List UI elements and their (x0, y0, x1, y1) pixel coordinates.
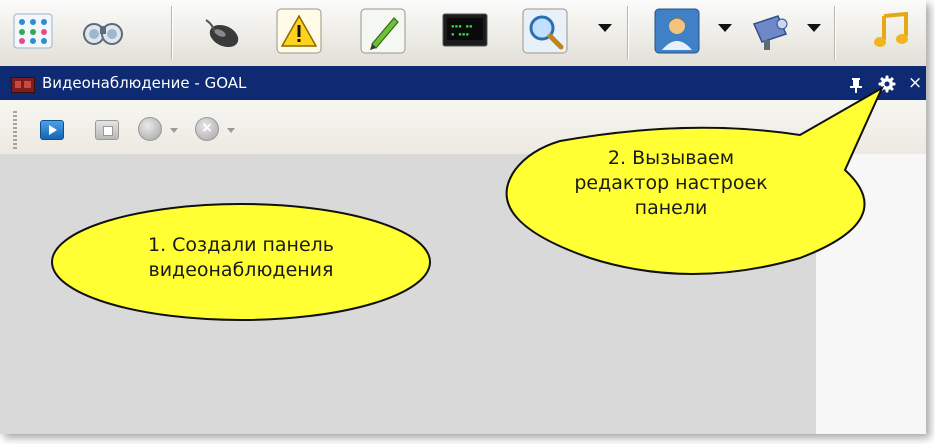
panel-title-bar: Видеонаблюдение - GOAL × (0, 66, 926, 100)
toolbar-separator (171, 6, 173, 60)
music-icon[interactable] (870, 6, 920, 56)
callout-create-panel: 1. Создали панель видеонаблюдения (86, 233, 396, 283)
toolbar-separator (834, 6, 836, 60)
main-toolbar: ▪▪▪ ▪▪ ▪ ▪▪▪ (0, 0, 926, 66)
toolbar-grip[interactable] (13, 111, 17, 151)
play-button[interactable] (40, 120, 64, 140)
callout-open-editor-line-2: редактор настроек (574, 172, 768, 194)
search-dropdown-arrow[interactable] (598, 24, 612, 32)
user-icon[interactable] (652, 6, 702, 56)
record-dropdown-arrow[interactable] (170, 128, 178, 133)
camera-dropdown-arrow[interactable] (807, 24, 821, 32)
callout-open-editor-line-1: 2. Вызываем (607, 147, 735, 169)
pen-icon[interactable] (358, 6, 408, 56)
grid-icon[interactable] (8, 6, 58, 56)
toolbar-separator (627, 6, 629, 60)
stop-button[interactable] (95, 120, 119, 140)
record-button[interactable] (138, 117, 162, 141)
svg-text:▪▪▪ ▪▪: ▪▪▪ ▪▪ (451, 23, 473, 30)
callout-create-panel-line-1: 1. Создали панель (148, 234, 334, 256)
side-panel-area (816, 154, 926, 434)
callout-create-panel-line-2: видеонаблюдения (148, 259, 334, 281)
pin-icon[interactable] (849, 77, 863, 93)
warning-icon[interactable] (274, 6, 324, 56)
callout-open-editor: 2. Вызываем редактор настроек панели (536, 146, 806, 221)
user-dropdown-arrow[interactable] (718, 24, 732, 32)
svg-text:▪ ▪▪▪: ▪ ▪▪▪ (451, 31, 469, 38)
close-icon[interactable]: × (908, 73, 922, 93)
binoculars-icon[interactable] (78, 6, 128, 56)
panel-title: Видеонаблюдение - GOAL (42, 74, 247, 92)
cancel-button[interactable]: × (195, 117, 219, 141)
gear-icon[interactable] (878, 75, 896, 93)
monitor-icon[interactable]: ▪▪▪ ▪▪ ▪ ▪▪▪ (440, 6, 490, 56)
camera-icon[interactable] (746, 6, 796, 56)
cancel-dropdown-arrow[interactable] (227, 128, 235, 133)
search-icon[interactable] (520, 6, 570, 56)
mouse-icon[interactable] (196, 6, 246, 56)
callout-open-editor-line-3: панели (634, 197, 708, 219)
video-panel-icon (11, 77, 35, 93)
